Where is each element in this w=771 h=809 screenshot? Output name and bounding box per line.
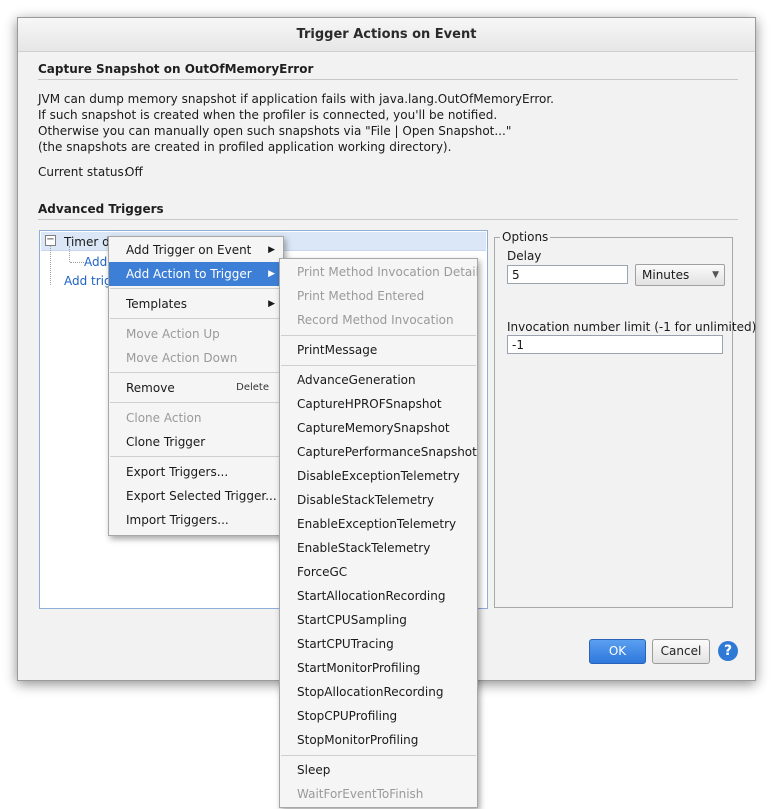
- capture-description-line-4: (the snapshots are created in profiled a…: [38, 140, 452, 154]
- submenu-item-action[interactable]: CapturePerformanceSnapshot: [280, 440, 477, 464]
- dialog-title: Trigger Actions on Event: [18, 18, 755, 52]
- submenu-item-action[interactable]: CaptureMemorySnapshot: [280, 416, 477, 440]
- chevron-right-icon: ▶: [268, 245, 275, 255]
- chevron-down-icon: ▼: [712, 270, 719, 280]
- menu-item-import-triggers[interactable]: Import Triggers...: [109, 508, 283, 532]
- tree-guide-line: [50, 246, 51, 285]
- options-group: [494, 237, 733, 608]
- menu-item-clone-action[interactable]: Clone Action: [109, 406, 283, 430]
- capture-description-line-2: If such snapshot is created when the pro…: [38, 108, 498, 122]
- advanced-triggers-heading: Advanced Triggers: [38, 202, 164, 216]
- submenu-item-action[interactable]: ForceGC: [280, 560, 477, 584]
- submenu-item-action[interactable]: StartCPUTracing: [280, 632, 477, 656]
- chevron-right-icon: ▶: [268, 269, 275, 279]
- submenu-item-action[interactable]: CaptureHPROFSnapshot: [280, 392, 477, 416]
- menu-item-clone-trigger[interactable]: Clone Trigger: [109, 430, 283, 454]
- menu-item-label: Remove: [126, 381, 175, 395]
- submenu-item-action[interactable]: StopMonitorProfiling: [280, 728, 477, 752]
- tree-add-trigger-link[interactable]: Add trig: [64, 274, 112, 288]
- menu-item-shortcut: Delete: [236, 382, 269, 393]
- submenu-item-print-method-invocation-detail[interactable]: Print Method Invocation Detail: [280, 260, 479, 284]
- submenu-item-wait-for-event-to-finish[interactable]: WaitForEventToFinish: [280, 782, 477, 806]
- submenu-item-action[interactable]: StopAllocationRecording: [280, 680, 477, 704]
- delay-label: Delay: [507, 249, 542, 263]
- submenu-item-print-method-entered[interactable]: Print Method Entered: [280, 284, 477, 308]
- collapse-icon[interactable]: −: [45, 235, 56, 246]
- submenu-item-action[interactable]: DisableExceptionTelemetry: [280, 464, 477, 488]
- menu-separator: [110, 456, 282, 457]
- capture-description-line-3: Otherwise you can manually open such sna…: [38, 124, 512, 138]
- menu-item-export-triggers[interactable]: Export Triggers...: [109, 460, 283, 484]
- submenu-item-action[interactable]: DisableStackTelemetry: [280, 488, 477, 512]
- capture-heading-divider: [38, 79, 738, 80]
- menu-item-move-action-up[interactable]: Move Action Up: [109, 322, 283, 346]
- tree-add-action-link[interactable]: Add: [84, 255, 107, 269]
- submenu-item-action[interactable]: EnableExceptionTelemetry: [280, 512, 477, 536]
- submenu-item-action[interactable]: StartMonitorProfiling: [280, 656, 477, 680]
- menu-separator: [110, 288, 282, 289]
- menu-item-add-action-to-trigger[interactable]: Add Action to Trigger ▶: [109, 262, 283, 286]
- delay-input[interactable]: 5: [507, 265, 628, 284]
- menu-separator: [110, 318, 282, 319]
- current-status-value: Off: [125, 165, 143, 179]
- menu-item-move-action-down[interactable]: Move Action Down: [109, 346, 283, 370]
- menu-separator: [110, 402, 282, 403]
- submenu-item-action[interactable]: AdvanceGeneration: [280, 368, 477, 392]
- submenu-item-action[interactable]: StartAllocationRecording: [280, 584, 477, 608]
- menu-separator: [281, 365, 476, 366]
- help-icon[interactable]: ?: [718, 641, 738, 661]
- tree-guide-line: [69, 246, 70, 262]
- context-menu: Add Trigger on Event ▶ Add Action to Tri…: [108, 236, 284, 536]
- submenu-item-record-method-invocation[interactable]: Record Method Invocation: [280, 308, 477, 332]
- chevron-right-icon: ▶: [268, 299, 275, 309]
- cancel-button[interactable]: Cancel: [652, 639, 710, 664]
- ok-button[interactable]: OK: [589, 639, 646, 664]
- options-legend: Options: [500, 230, 551, 244]
- submenu-item-action[interactable]: StartCPUSampling: [280, 608, 477, 632]
- menu-item-label: Add Action to Trigger: [126, 267, 252, 281]
- advanced-heading-divider: [38, 219, 738, 220]
- menu-separator: [281, 755, 476, 756]
- invocation-limit-label: Invocation number limit (-1 for unlimite…: [507, 320, 757, 334]
- menu-item-remove[interactable]: Remove Delete: [109, 376, 283, 400]
- menu-item-export-selected-trigger[interactable]: Export Selected Trigger...: [109, 484, 283, 508]
- menu-item-templates[interactable]: Templates ▶: [109, 292, 283, 316]
- menu-separator: [281, 335, 476, 336]
- menu-item-label: Add Trigger on Event: [126, 243, 252, 257]
- delay-unit-value: Minutes: [642, 268, 690, 282]
- invocation-limit-input[interactable]: -1: [507, 335, 723, 354]
- submenu-item-sleep[interactable]: Sleep: [280, 758, 477, 782]
- delay-unit-select[interactable]: Minutes ▼: [635, 264, 725, 286]
- submenu-item-print-message[interactable]: PrintMessage: [280, 338, 477, 362]
- tree-guide-line: [70, 262, 84, 263]
- capture-description-line-1: JVM can dump memory snapshot if applicat…: [38, 92, 554, 106]
- submenu-item-action[interactable]: EnableStackTelemetry: [280, 536, 477, 560]
- current-status-label: Current status:: [38, 165, 128, 179]
- menu-item-add-trigger-on-event[interactable]: Add Trigger on Event ▶: [109, 238, 283, 262]
- menu-item-label: Templates: [126, 297, 188, 311]
- menu-separator: [110, 372, 282, 373]
- capture-snapshot-heading: Capture Snapshot on OutOfMemoryError: [38, 62, 314, 76]
- add-action-submenu: Print Method Invocation Detail Print Met…: [279, 258, 479, 808]
- submenu-item-action[interactable]: StopCPUProfiling: [280, 704, 477, 728]
